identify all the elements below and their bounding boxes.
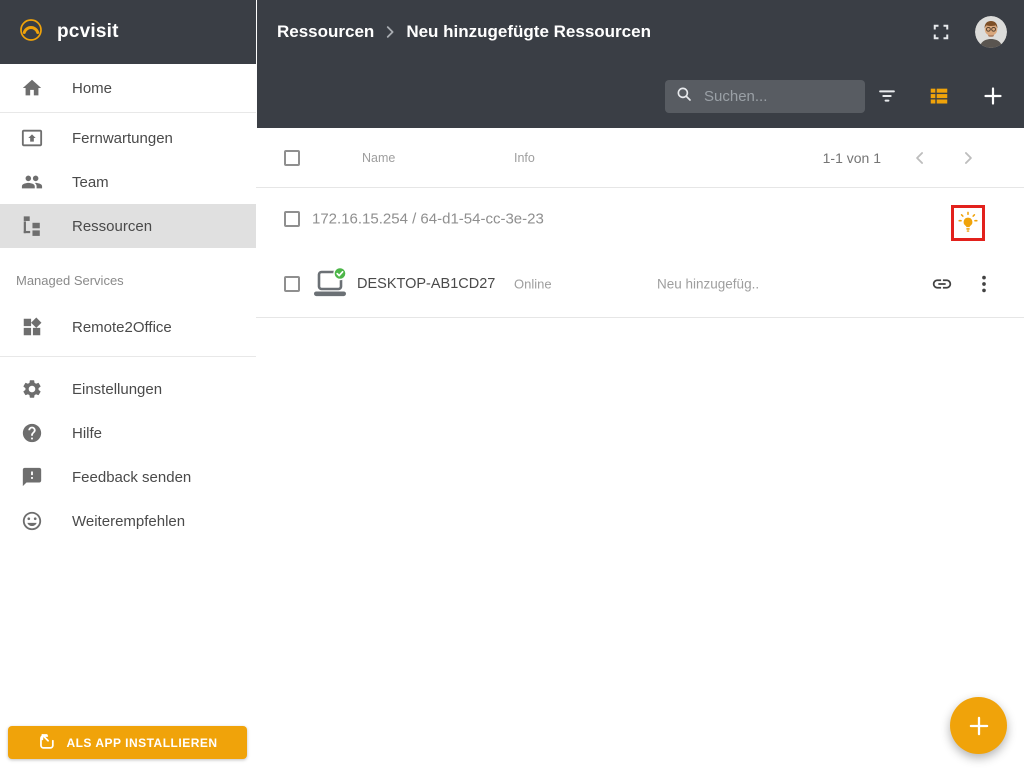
search-icon	[675, 85, 693, 108]
smiley-icon	[20, 509, 44, 533]
view-list-icon[interactable]	[927, 84, 951, 108]
sidebar-header: pcvisit	[0, 0, 256, 64]
column-header-info[interactable]: Info	[514, 151, 535, 165]
pcvisit-app: pcvisit Home Fernwartungen Team Ressourc…	[0, 0, 1024, 768]
install-as-app-button[interactable]: ALS APP INSTALLIEREN	[8, 726, 247, 759]
resource-name: DESKTOP-AB1CD27	[357, 275, 496, 292]
filter-icon[interactable]	[875, 84, 899, 108]
sidebar-item-feedback[interactable]: Feedback senden	[0, 455, 256, 499]
sidebar-item-remote2office[interactable]: Remote2Office	[0, 305, 256, 349]
pagination-next-icon[interactable]	[956, 146, 980, 170]
select-all-checkbox[interactable]	[284, 149, 300, 166]
resources-tree-icon	[20, 214, 44, 238]
fullscreen-icon[interactable]	[929, 20, 953, 44]
user-avatar[interactable]	[975, 16, 1007, 48]
widgets-icon	[20, 315, 44, 339]
install-button-label: ALS APP INSTALLIEREN	[66, 735, 218, 750]
main-header: Ressourcen Neu hinzugefügte Ressourcen	[256, 0, 1024, 128]
sidebar-footer-group: Einstellungen Hilfe Feedback senden Weit…	[0, 357, 256, 543]
remote-session-icon	[20, 126, 44, 150]
sidebar-item-label: Weiterempfehlen	[72, 512, 186, 530]
sidebar-item-label: Hilfe	[72, 424, 103, 442]
sidebar-item-label: Team	[72, 173, 109, 191]
sidebar-item-hilfe[interactable]: Hilfe	[0, 411, 256, 455]
sidebar-item-label: Fernwartungen	[72, 129, 173, 147]
highlight-box	[951, 205, 985, 241]
sidebar-item-home[interactable]: Home	[0, 64, 256, 113]
team-icon	[20, 170, 44, 194]
table-row[interactable]: DESKTOP-AB1CD27 Online Neu hinzugefüg..	[256, 250, 1024, 318]
sidebar-item-label: Remote2Office	[72, 318, 172, 336]
column-header-name[interactable]: Name	[362, 151, 395, 165]
table-row[interactable]: 172.16.15.254 / 64-d1-54-cc-3e-23	[256, 188, 1024, 250]
laptop-online-icon	[311, 266, 349, 301]
gear-icon	[20, 377, 44, 401]
add-icon[interactable]	[981, 84, 1005, 108]
sidebar-item-label: Einstellungen	[72, 380, 163, 398]
add-resource-fab[interactable]	[950, 697, 1007, 754]
resource-name: 172.16.15.254 / 64-d1-54-cc-3e-23	[312, 210, 544, 228]
breadcrumb-current: Neu hinzugefügte Ressourcen	[406, 22, 651, 41]
brand-name: pcvisit	[57, 21, 119, 42]
pagination-prev-icon[interactable]	[908, 146, 932, 170]
help-icon	[20, 421, 44, 445]
breadcrumb-parent[interactable]: Ressourcen	[277, 22, 374, 42]
sidebar-item-label: Ressourcen	[72, 217, 153, 235]
sidebar-item-fernwartungen[interactable]: Fernwartungen	[0, 116, 256, 160]
sidebar-item-label: Home	[72, 79, 113, 97]
table-header-row: Name Info 1-1 von 1	[256, 128, 1024, 188]
pcvisit-logo-icon	[18, 17, 44, 48]
managed-services-label: Managed Services	[16, 273, 124, 288]
home-icon	[20, 76, 44, 100]
sidebar-item-label: Feedback senden	[72, 468, 192, 486]
sidebar-item-team[interactable]: Team	[0, 160, 256, 204]
row-checkbox[interactable]	[284, 275, 300, 292]
link-icon[interactable]	[930, 272, 954, 296]
sidebar-item-ressourcen[interactable]: Ressourcen	[0, 204, 256, 248]
resource-info: Neu hinzugefüg..	[657, 276, 760, 291]
pagination-label: 1-1 von 1	[822, 149, 881, 166]
chevron-right-icon	[381, 23, 399, 41]
row-checkbox[interactable]	[284, 211, 300, 227]
lightbulb-icon[interactable]	[957, 211, 979, 235]
more-options-icon[interactable]	[972, 272, 996, 296]
breadcrumb: Ressourcen Neu hinzugefügte Ressourcen	[257, 0, 1024, 64]
search-input[interactable]	[702, 87, 855, 106]
feedback-icon	[20, 465, 44, 489]
status-badge: Online	[514, 276, 552, 291]
sidebar: pcvisit Home Fernwartungen Team Ressourc…	[0, 0, 256, 768]
search-box	[665, 80, 865, 113]
install-app-icon	[37, 732, 56, 754]
sidebar-item-einstellungen[interactable]: Einstellungen	[0, 367, 256, 411]
sidebar-item-weiterempfehlen[interactable]: Weiterempfehlen	[0, 499, 256, 543]
resource-list: Name Info 1-1 von 1 172.16.15.254 / 64-d…	[256, 128, 1024, 768]
